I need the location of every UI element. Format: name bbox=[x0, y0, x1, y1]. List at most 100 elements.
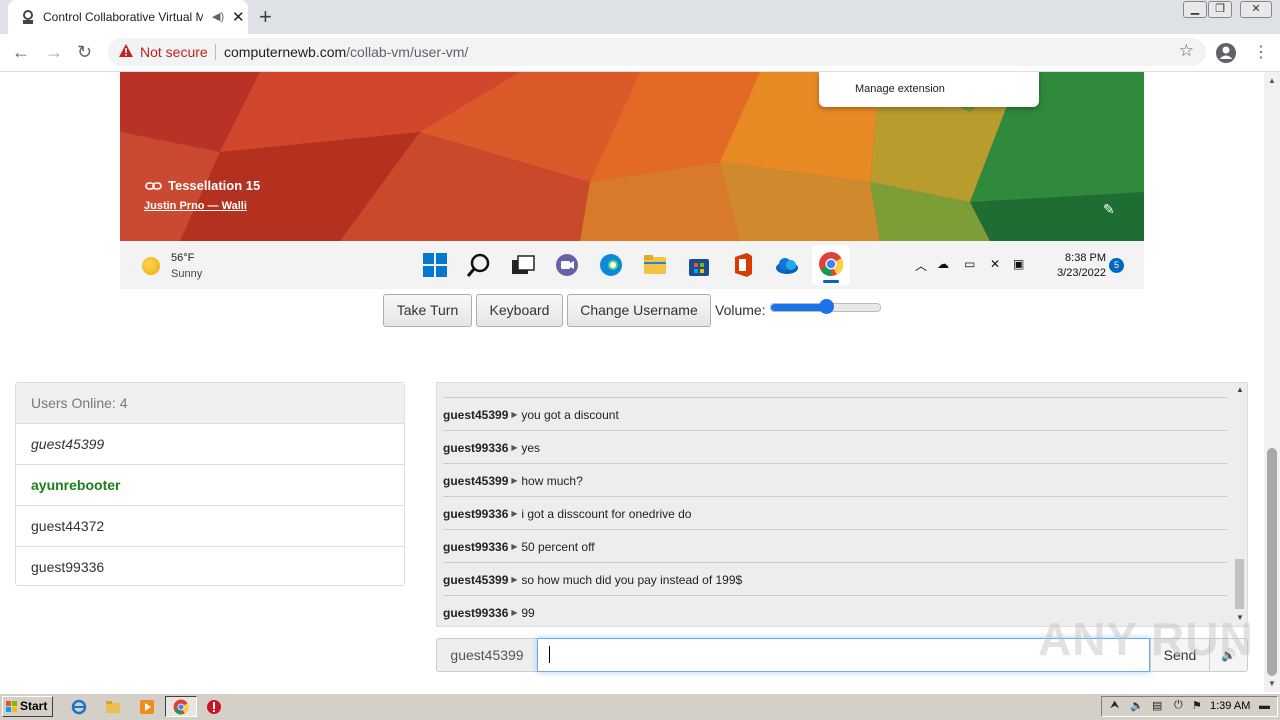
forward-icon[interactable]: → bbox=[45, 42, 63, 63]
user-list-item[interactable]: guest45399 bbox=[16, 424, 404, 465]
restore-window-button[interactable]: ❐ bbox=[1208, 1, 1232, 18]
close-tab-icon[interactable]: ✕ bbox=[232, 8, 245, 26]
volume-icon[interactable]: 🔈 bbox=[1130, 699, 1144, 712]
page-scrollbar-thumb[interactable] bbox=[1267, 448, 1277, 676]
host-clock[interactable]: 1:39 AM bbox=[1210, 700, 1250, 712]
chat-scrollbar[interactable]: ▲ ▼ bbox=[1233, 383, 1247, 626]
edge-browser-icon[interactable] bbox=[598, 252, 624, 278]
page-scrollbar[interactable]: ▲ ▼ bbox=[1264, 72, 1280, 692]
arrow-icon: ▶ bbox=[511, 575, 518, 584]
change-username-button[interactable]: Change Username bbox=[567, 294, 711, 327]
system-tray: ⮝ 🔈 ▤ ⏻ ⚑ 1:39 AM ▬ bbox=[1101, 696, 1278, 717]
chat-message-user: guest99336 bbox=[443, 540, 509, 554]
task-view-icon[interactable] bbox=[510, 252, 536, 278]
take-turn-button[interactable]: Take Turn bbox=[383, 294, 472, 327]
volume-slider-handle[interactable] bbox=[818, 299, 834, 314]
chat-message: guest99336 ▶ 50 percent off bbox=[443, 530, 1227, 563]
chrome-menu-icon[interactable]: ⋮ bbox=[1253, 42, 1269, 62]
wallpaper-author-link[interactable]: Justin Prno — Walli bbox=[144, 200, 247, 212]
chat-message-user: guest99336 bbox=[443, 606, 509, 620]
chat-message: guest45399 ▶ so how much did you pay ins… bbox=[443, 563, 1227, 596]
tab-title: Control Collaborative Virtual Ma bbox=[43, 10, 203, 24]
minimize-window-button[interactable]: ▁ bbox=[1183, 1, 1207, 18]
vm-clock[interactable]: 8:38 PM 3/23/2022 bbox=[1040, 251, 1106, 281]
chrome-taskbar-button[interactable] bbox=[812, 245, 850, 285]
host-taskbar: Start ⮝ 🔈 ▤ ⏻ ⚑ 1:39 AM ▬ bbox=[0, 693, 1280, 720]
url-text[interactable]: computernewb.com/collab-vm/user-vm/ bbox=[224, 44, 468, 60]
arrow-icon: ▶ bbox=[511, 476, 518, 485]
audio-playing-icon[interactable]: ◀) bbox=[212, 10, 224, 23]
users-online-header: Users Online: 4 bbox=[16, 383, 404, 424]
vm-taskbar: 56°F Sunny ︿ ☁ ▭ ✕ ▣ 8:38 PM 3/23/2022 5 bbox=[120, 241, 1144, 289]
onedrive-tray-icon[interactable]: ☁ bbox=[937, 257, 949, 271]
tray-expand-icon[interactable]: ⮝ bbox=[1110, 699, 1119, 712]
battery-icon[interactable]: ▣ bbox=[1013, 257, 1024, 271]
stop-sign-app-icon[interactable] bbox=[206, 699, 222, 715]
page-scroll-down-arrow-icon[interactable]: ▼ bbox=[1268, 679, 1276, 688]
user-list-item[interactable]: guest44372 bbox=[16, 506, 404, 547]
close-window-button[interactable]: ✕ bbox=[1240, 1, 1272, 18]
new-tab-button[interactable]: + bbox=[259, 4, 272, 30]
page-scroll-up-arrow-icon[interactable]: ▲ bbox=[1268, 76, 1276, 85]
volume-slider-fill bbox=[771, 304, 826, 311]
user-list-item[interactable]: guest99336 bbox=[16, 547, 404, 587]
microsoft-store-icon[interactable] bbox=[686, 252, 712, 278]
user-list-item[interactable]: ayunrebooter bbox=[16, 465, 404, 506]
chrome-icon bbox=[173, 699, 189, 715]
chat-message: guest45399 ▶ how much? bbox=[443, 464, 1227, 497]
folder-icon[interactable] bbox=[105, 699, 121, 715]
network-tray-icon[interactable]: ▤ bbox=[1152, 699, 1162, 712]
url-separator bbox=[215, 44, 216, 60]
arrow-icon: ▶ bbox=[511, 608, 518, 617]
onedrive-icon[interactable] bbox=[774, 252, 800, 278]
manage-extension-item[interactable]: Manage extension bbox=[855, 83, 945, 95]
chat-message-user: guest45399 bbox=[443, 408, 509, 422]
volume-slider[interactable] bbox=[770, 299, 881, 314]
volume-muted-icon[interactable]: ✕ bbox=[990, 257, 1000, 271]
chat-message: guest99336 ▶ yes bbox=[443, 431, 1227, 464]
vm-clock-date: 3/23/2022 bbox=[1057, 267, 1106, 279]
show-hidden-icons-chevron-icon[interactable]: ︿ bbox=[915, 257, 927, 274]
keyboard-button[interactable]: Keyboard bbox=[476, 294, 563, 327]
notification-badge[interactable]: 5 bbox=[1109, 258, 1124, 273]
not-secure-label[interactable]: Not secure bbox=[140, 44, 208, 60]
file-explorer-icon[interactable] bbox=[642, 252, 668, 278]
start-button[interactable]: Start bbox=[2, 696, 53, 717]
back-icon[interactable]: ← bbox=[12, 42, 30, 63]
windows-start-icon[interactable] bbox=[422, 252, 448, 278]
host-chrome-button[interactable] bbox=[165, 696, 197, 717]
volume-label: Volume: bbox=[715, 302, 766, 318]
show-desktop-icon[interactable]: ▬ bbox=[1259, 700, 1270, 712]
chat-icon[interactable] bbox=[554, 252, 580, 278]
address-bar[interactable]: Not secure computernewb.com/collab-vm/us… bbox=[108, 38, 1206, 66]
chat-message-text: you got a discount bbox=[521, 408, 619, 422]
internet-explorer-icon[interactable] bbox=[71, 699, 87, 715]
browser-tab[interactable]: Control Collaborative Virtual Ma ◀) ✕ bbox=[8, 0, 248, 34]
chat-messages[interactable]: guest45399 ▶ you got a discount guest993… bbox=[436, 382, 1248, 627]
bookmark-star-icon[interactable]: ☆ bbox=[1179, 41, 1194, 61]
reload-icon[interactable]: ↻ bbox=[77, 42, 92, 63]
power-icon[interactable]: ⏻ bbox=[1174, 699, 1183, 712]
profile-avatar-icon[interactable] bbox=[1215, 42, 1237, 64]
arrow-icon: ▶ bbox=[511, 443, 518, 452]
users-online-panel: Users Online: 4 guest45399 ayunrebooter … bbox=[15, 382, 405, 586]
chat-scrollbar-thumb[interactable] bbox=[1235, 559, 1244, 609]
action-center-flag-icon[interactable]: ⚑ bbox=[1192, 699, 1202, 712]
warning-icon[interactable] bbox=[118, 43, 134, 59]
vm-display[interactable]: Manage extension Tessellation 15 Justin … bbox=[120, 72, 1144, 289]
scroll-up-arrow-icon[interactable]: ▲ bbox=[1236, 385, 1244, 394]
arrow-icon: ▶ bbox=[511, 509, 518, 518]
network-icon[interactable]: ▭ bbox=[964, 257, 975, 271]
arrow-icon: ▶ bbox=[511, 542, 518, 551]
office-icon[interactable] bbox=[730, 252, 756, 278]
chat-message-user: guest45399 bbox=[443, 474, 509, 488]
vm-clock-time: 8:38 PM bbox=[1065, 252, 1106, 264]
media-player-icon[interactable] bbox=[139, 699, 155, 715]
search-icon[interactable] bbox=[466, 252, 492, 278]
edit-pencil-icon[interactable]: ✎ bbox=[1103, 201, 1115, 218]
text-caret bbox=[549, 646, 550, 663]
link-icon bbox=[145, 182, 162, 190]
browser-tab-strip: Control Collaborative Virtual Ma ◀) ✕ + … bbox=[0, 0, 1280, 34]
browser-toolbar: ← → ↻ Not secure computernewb.com/collab… bbox=[0, 34, 1280, 72]
collabvm-favicon-icon bbox=[23, 10, 33, 24]
